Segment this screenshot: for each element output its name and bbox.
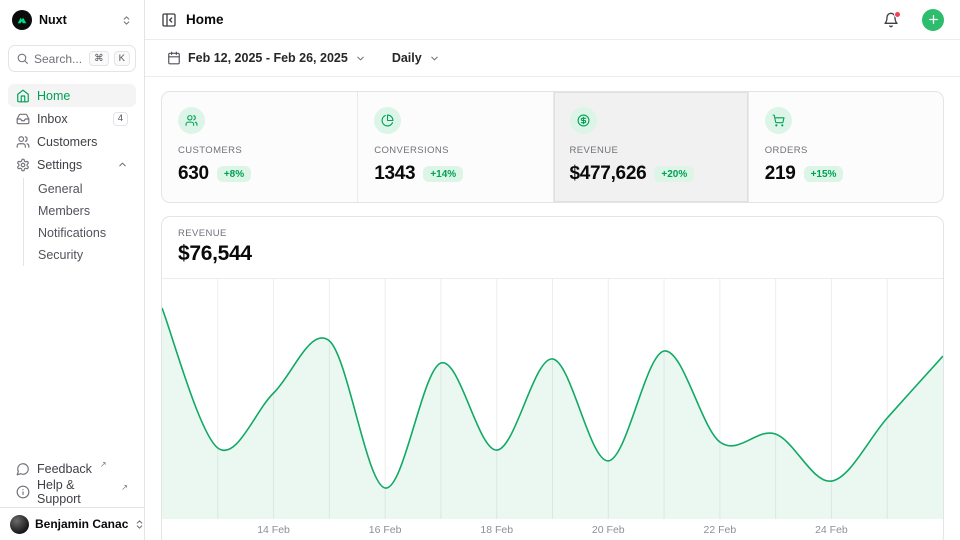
filters-toolbar: Feb 12, 2025 - Feb 26, 2025 Daily (145, 40, 960, 77)
kbd-k: K (114, 51, 130, 66)
sidebar-item-label: Customers (37, 135, 97, 149)
external-link-icon: ↗ (121, 483, 128, 492)
notification-dot (894, 11, 901, 18)
page-title: Home (186, 12, 874, 27)
stat-label: ORDERS (765, 145, 927, 156)
user-name: Benjamin Canac (35, 517, 128, 531)
main-area: Home Feb 12, 2025 - Feb 26, 2025 Daily (145, 0, 960, 540)
users-icon (178, 107, 205, 134)
sidebar-item-customers[interactable]: Customers (8, 130, 136, 153)
add-button[interactable] (922, 9, 944, 31)
x-axis-tick-label: 18 Feb (480, 524, 513, 536)
calendar-icon (167, 51, 181, 65)
sidebar-item-label: Feedback (37, 462, 92, 476)
sidebar-nav: Home Inbox 4 Customers Settings (0, 76, 144, 266)
users-icon (16, 135, 30, 149)
stat-delta-badge: +8% (217, 166, 251, 182)
workspace-name: Nuxt (39, 13, 114, 27)
stat-card-revenue[interactable]: REVENUE $477,626 +20% (553, 92, 748, 202)
chevrons-up-down-icon (134, 519, 145, 530)
sidebar-item-settings[interactable]: Settings (8, 153, 136, 176)
dashboard-content: CUSTOMERS 630 +8% CONVERSIONS 1343 +14% (145, 77, 960, 540)
chart-plot-area[interactable] (162, 279, 943, 519)
x-axis-tick-label: 16 Feb (369, 524, 402, 536)
chevrons-up-down-icon (121, 15, 132, 26)
stat-label: CUSTOMERS (178, 145, 341, 156)
home-icon (16, 89, 30, 103)
x-axis-tick-label: 24 Feb (815, 524, 848, 536)
sidebar-item-general[interactable]: General (34, 178, 136, 200)
sidebar-item-home[interactable]: Home (8, 84, 136, 107)
collapse-sidebar-icon[interactable] (161, 12, 177, 28)
kbd-command: ⌘ (89, 51, 109, 66)
dollar-circle-icon (570, 107, 597, 134)
chart-label: REVENUE (178, 228, 927, 239)
gear-icon (16, 158, 30, 172)
external-link-icon: ↗ (100, 460, 107, 469)
chart-value: $76,544 (178, 242, 927, 266)
x-axis-tick-label: 22 Feb (703, 524, 736, 536)
sidebar-item-label: Home (37, 89, 70, 103)
sidebar-item-members[interactable]: Members (34, 200, 136, 222)
revenue-chart-svg (162, 279, 943, 519)
stat-delta-badge: +20% (654, 166, 694, 182)
shopping-cart-icon (765, 107, 792, 134)
stat-value: $477,626 (570, 163, 647, 185)
stat-value: 630 (178, 163, 209, 185)
stat-label: CONVERSIONS (374, 145, 536, 156)
date-range-value: Feb 12, 2025 - Feb 26, 2025 (188, 51, 348, 65)
chevron-down-icon (355, 53, 366, 64)
chart-header: REVENUE $76,544 (162, 217, 943, 279)
stat-delta-badge: +15% (804, 166, 844, 182)
sidebar-item-notifications[interactable]: Notifications (34, 222, 136, 244)
stat-value: 219 (765, 163, 796, 185)
user-menu[interactable]: Benjamin Canac (0, 507, 144, 540)
sidebar-item-label: Help & Support (37, 478, 113, 506)
sidebar: Nuxt Search... ⌘ K Home Inbox 4 (0, 0, 145, 540)
search-input[interactable]: Search... ⌘ K (8, 45, 136, 72)
sidebar-footer: Feedback ↗ Help & Support ↗ (0, 457, 144, 507)
settings-sub-list: General Members Notifications Security (23, 178, 136, 266)
sidebar-item-label: Inbox (37, 112, 68, 126)
inbox-count-badge: 4 (113, 112, 128, 126)
sidebar-item-label: Settings (37, 158, 82, 172)
nuxt-logo-icon (12, 10, 32, 30)
revenue-chart-panel: REVENUE $76,544 14 Feb 16 Feb 18 Feb 20 Feb… (161, 216, 944, 540)
x-axis-tick-label: 14 Feb (257, 524, 290, 536)
x-axis-tick-label: 20 Feb (592, 524, 625, 536)
stat-card-orders[interactable]: ORDERS 219 +15% (748, 92, 943, 202)
sidebar-item-inbox[interactable]: Inbox 4 (8, 107, 136, 130)
period-value: Daily (392, 51, 422, 65)
plus-icon (927, 13, 940, 26)
sidebar-item-security[interactable]: Security (34, 244, 136, 266)
page-header: Home (145, 0, 960, 40)
period-select[interactable]: Daily (386, 47, 446, 69)
inbox-icon (16, 112, 30, 126)
message-circle-icon (16, 462, 30, 476)
chevron-down-icon (429, 53, 440, 64)
stat-card-conversions[interactable]: CONVERSIONS 1343 +14% (357, 92, 552, 202)
pie-chart-icon (374, 107, 401, 134)
stat-card-customers[interactable]: CUSTOMERS 630 +8% (162, 92, 357, 202)
search-placeholder: Search... (34, 52, 84, 66)
stat-label: REVENUE (570, 145, 732, 156)
workspace-switcher[interactable]: Nuxt (0, 0, 144, 40)
sidebar-item-help-support[interactable]: Help & Support ↗ (8, 480, 136, 503)
stat-delta-badge: +14% (423, 166, 463, 182)
stats-panel: CUSTOMERS 630 +8% CONVERSIONS 1343 +14% (161, 91, 944, 203)
avatar (10, 515, 29, 534)
x-axis-labels: 14 Feb 16 Feb 18 Feb 20 Feb 22 Feb 24 Feb (162, 519, 943, 540)
date-range-picker[interactable]: Feb 12, 2025 - Feb 26, 2025 (161, 47, 372, 69)
notifications-button[interactable] (883, 12, 899, 28)
search-icon (16, 52, 29, 65)
info-circle-icon (16, 485, 30, 499)
stat-value: 1343 (374, 163, 415, 185)
chevron-up-icon (117, 159, 128, 170)
